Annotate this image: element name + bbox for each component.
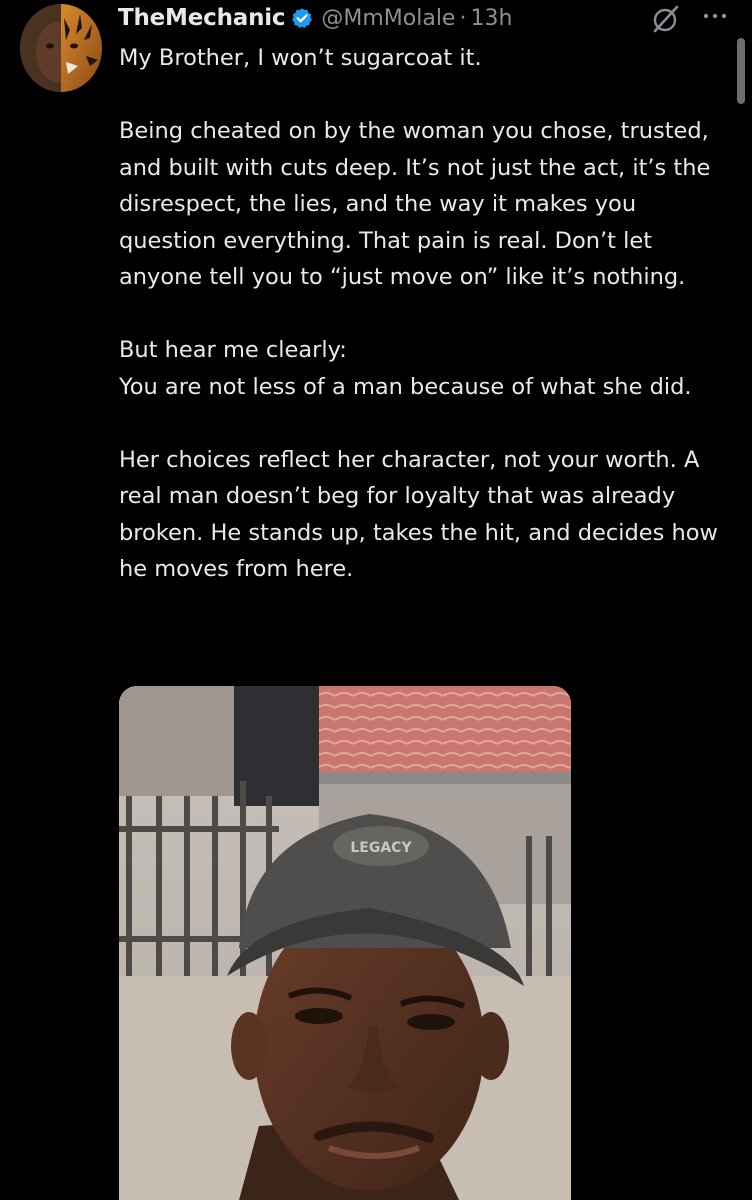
avatar-image [20,4,102,92]
timestamp[interactable]: 13h [470,6,512,31]
more-options-icon[interactable] [700,8,730,28]
svg-text:LEGACY: LEGACY [350,840,412,856]
grok-icon[interactable] [651,4,681,34]
media-image: LEGACY [119,686,571,1200]
tweet: TheMechanic @MmMolale · 13h My Brother, … [0,0,752,1200]
tweet-text: My Brother, I won’t sugarcoat it. Being … [119,40,739,588]
verified-badge-icon [292,8,313,28]
tweet-media[interactable]: LEGACY [119,686,571,1200]
tweet-paragraph-3: But hear me clearly: You are not less of… [119,337,692,400]
tweet-paragraph-2: Being cheated on by the woman you chose,… [119,118,711,290]
tweet-paragraph-4: Her choices reflect her character, not y… [119,446,718,583]
display-name[interactable]: TheMechanic [118,5,286,31]
tweet-header: TheMechanic @MmMolale · 13h [118,0,512,36]
avatar[interactable] [20,4,102,92]
handle[interactable]: @MmMolale [321,6,455,31]
separator-dot: · [459,5,467,31]
tweet-paragraph-1: My Brother, I won’t sugarcoat it. [119,45,482,71]
